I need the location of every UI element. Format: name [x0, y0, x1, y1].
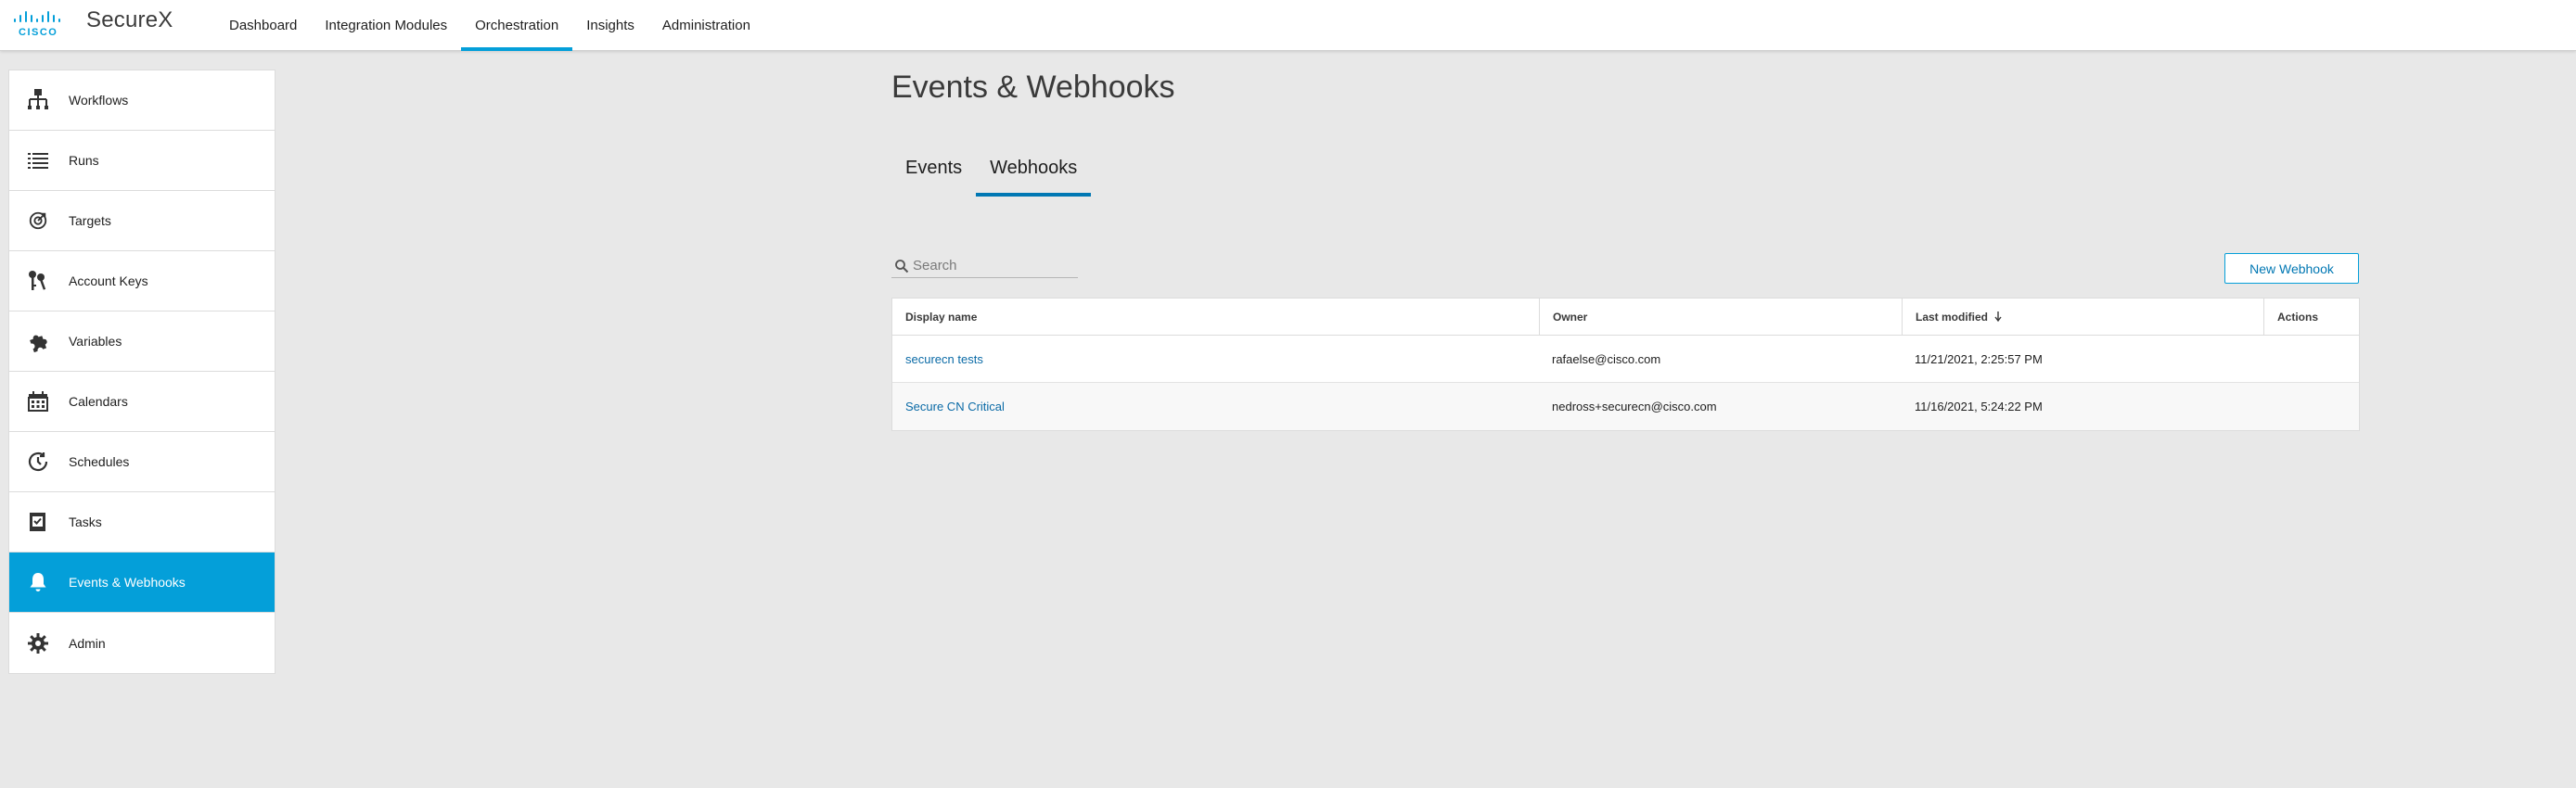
sidebar-item-admin[interactable]: Admin: [9, 613, 275, 673]
puzzle-icon: [26, 329, 50, 353]
webhook-name-link[interactable]: securecn tests: [905, 352, 983, 366]
sidebar-item-label: Targets: [69, 213, 111, 228]
table-row: Secure CN Critical nedross+securecn@cisc…: [892, 383, 2359, 430]
sidebar-item-tasks[interactable]: Tasks: [9, 492, 275, 553]
actions-cell: [2263, 336, 2359, 382]
search-box: [891, 254, 1078, 278]
sidebar-item-targets[interactable]: Targets: [9, 191, 275, 251]
last-modified-cell: 11/21/2021, 2:25:57 PM: [1915, 351, 2043, 366]
app-brand[interactable]: SecureX: [86, 7, 173, 33]
sidebar-item-events-webhooks[interactable]: Events & Webhooks: [9, 553, 275, 613]
tab-webhooks[interactable]: Webhooks: [976, 158, 1092, 197]
search-input[interactable]: [913, 258, 1070, 273]
sidebar-item-label: Variables: [69, 334, 122, 349]
sidebar-item-label: Account Keys: [69, 273, 148, 288]
sidebar-item-label: Calendars: [69, 394, 128, 409]
list-icon: [26, 148, 50, 172]
sort-descending-icon: [1994, 311, 2002, 322]
top-navigation-bar: CISCO SecureX Dashboard Integration Modu…: [0, 0, 2576, 51]
nav-orchestration[interactable]: Orchestration: [461, 0, 573, 51]
sidebar-item-schedules[interactable]: Schedules: [9, 432, 275, 492]
tab-events[interactable]: Events: [891, 158, 976, 197]
calendar-icon: [26, 389, 50, 413]
column-header-last-modified[interactable]: Last modified: [1902, 299, 2263, 335]
gear-icon: [26, 631, 50, 655]
column-header-actions: Actions: [2263, 299, 2359, 335]
webhooks-table: Display name Owner Last modified Actions…: [891, 298, 2360, 431]
webhook-name-link[interactable]: Secure CN Critical: [905, 400, 1005, 413]
display-name-cell: securecn tests: [892, 336, 1539, 382]
page-title: Events & Webhooks: [891, 70, 1175, 105]
sidebar-item-account-keys[interactable]: Account Keys: [9, 251, 275, 311]
column-header-display-name[interactable]: Display name: [892, 299, 1539, 335]
column-header-label: Last modified: [1916, 310, 1989, 324]
bell-icon: [26, 570, 50, 594]
schedule-icon: [26, 450, 50, 474]
nav-integration-modules[interactable]: Integration Modules: [311, 0, 461, 51]
sidebar-item-label: Tasks: [69, 515, 102, 529]
task-icon: [26, 510, 50, 534]
cisco-logo[interactable]: CISCO: [13, 9, 69, 37]
sidebar-item-runs[interactable]: Runs: [9, 131, 275, 191]
sidebar-item-variables[interactable]: Variables: [9, 311, 275, 372]
nav-administration[interactable]: Administration: [648, 0, 764, 51]
sidebar: Workflows Runs Targets Account Keys Vari…: [8, 70, 276, 674]
table-row: securecn tests rafaelse@cisco.com 11/21/…: [892, 336, 2359, 383]
workflow-icon: [26, 88, 50, 112]
last-modified-cell: 11/16/2021, 5:24:22 PM: [1915, 400, 2043, 413]
target-icon: [26, 209, 50, 233]
display-name-cell: Secure CN Critical: [892, 383, 1539, 430]
new-webhook-button[interactable]: New Webhook: [2224, 253, 2359, 284]
actions-cell: [2263, 383, 2359, 430]
table-header-row: Display name Owner Last modified Actions: [892, 299, 2359, 336]
sidebar-item-label: Schedules: [69, 454, 130, 469]
nav-insights[interactable]: Insights: [572, 0, 648, 51]
tab-bar: Events Webhooks: [891, 158, 1092, 197]
sidebar-item-label: Runs: [69, 153, 99, 168]
owner-cell: nedross+securecn@cisco.com: [1552, 400, 1717, 413]
keys-icon: [26, 269, 50, 293]
nav-dashboard[interactable]: Dashboard: [215, 0, 311, 51]
search-icon: [895, 259, 909, 273]
owner-cell: rafaelse@cisco.com: [1552, 351, 1661, 366]
sidebar-item-label: Admin: [69, 635, 106, 651]
cisco-logo-text: CISCO: [19, 27, 58, 37]
sidebar-item-calendars[interactable]: Calendars: [9, 372, 275, 432]
sidebar-item-label: Events & Webhooks: [69, 575, 186, 590]
sidebar-item-label: Workflows: [69, 93, 129, 108]
column-header-owner[interactable]: Owner: [1539, 299, 1902, 335]
sidebar-item-workflows[interactable]: Workflows: [9, 70, 275, 131]
main-nav: Dashboard Integration Modules Orchestrat…: [215, 0, 764, 51]
